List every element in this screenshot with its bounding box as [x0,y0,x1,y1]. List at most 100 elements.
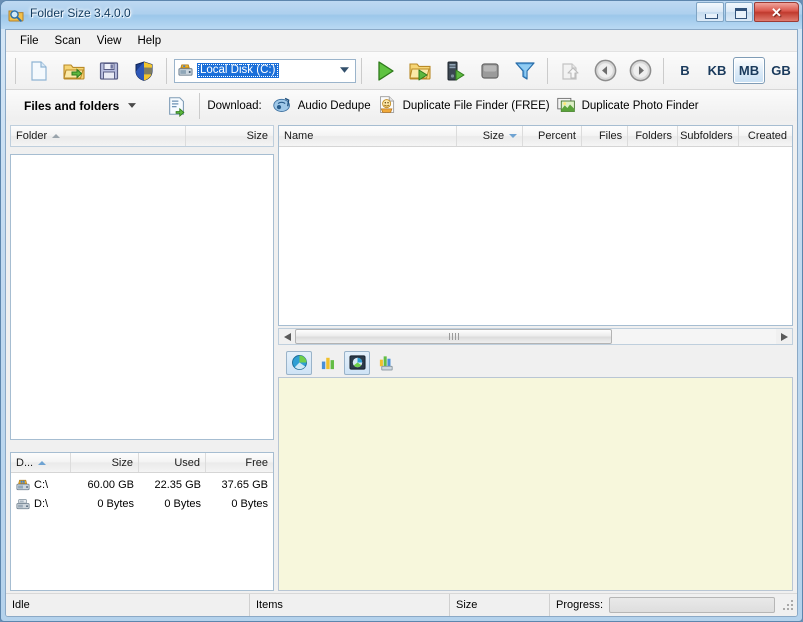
table-row[interactable]: C:\ 60.00 GB 22.35 GB 37.65 GB [11,475,273,494]
list-column-size-label: Size [483,130,504,142]
list-column-files[interactable]: Files [582,126,628,146]
progress-label: Progress: [556,599,603,611]
sort-descending-icon [509,134,517,138]
chart-display-area[interactable] [278,377,793,591]
menu-help[interactable]: Help [129,32,169,50]
list-column-size[interactable]: Size [457,126,523,146]
unit-button-kb[interactable]: KB [701,57,733,84]
grip-dots [449,333,459,340]
toolbar-separator [15,58,16,84]
folder-tree[interactable] [10,154,274,440]
bar-chart-tab[interactable] [315,351,341,375]
removable-drive-icon [16,497,30,511]
drives-column-used[interactable]: Used [139,453,206,472]
unit-button-b[interactable]: B [669,57,701,84]
drive-used-cell: 22.35 GB [139,479,206,491]
client-area: File Scan View Help [5,29,798,617]
table-row[interactable]: D:\ 0 Bytes 0 Bytes 0 Bytes [11,494,273,513]
list-column-folders[interactable]: Folders [628,126,678,146]
progress-bar [609,597,775,613]
start-scan-button[interactable] [367,55,402,87]
window-title: Folder Size 3.4.0.0 [30,6,131,20]
duplicate-photo-finder-icon [556,94,577,118]
drives-column-free-label: Free [245,457,268,469]
drive-label: C:\ [34,479,48,491]
save-button[interactable] [91,55,126,87]
right-arrow-icon[interactable] [776,329,792,344]
drives-column-size-label: Size [112,457,133,469]
drives-column-size[interactable]: Size [71,453,139,472]
forward-button[interactable] [623,55,658,87]
scrollbar-track[interactable] [295,329,776,344]
status-size: Size [450,594,550,616]
unit-button-mb[interactable]: MB [733,57,765,84]
drives-list[interactable]: D... Size Used Free [10,452,274,591]
drives-column-free[interactable]: Free [206,453,273,472]
list-column-created-label: Created [748,130,787,142]
tree-column-folder-label: Folder [16,130,47,142]
main-area: Folder Size D... Siz [6,121,797,593]
list-column-percent[interactable]: Percent [523,126,582,146]
drive-size-cell: 0 Bytes [71,498,139,510]
list-column-subfolders[interactable]: Subfolders [678,126,739,146]
minimize-button[interactable] [696,2,724,22]
export-report-button[interactable] [159,90,194,122]
application-window: Folder Size 3.4.0.0 ✕ File Scan View Hel… [0,0,803,622]
scrollbar-thumb[interactable] [295,329,612,344]
tree-column-folder[interactable]: Folder [11,126,186,146]
export-button[interactable] [553,55,588,87]
list-column-subfolders-label: Subfolders [680,130,733,142]
drive-label: D:\ [34,498,48,510]
back-button[interactable] [588,55,623,87]
tree-column-size[interactable]: Size [186,126,273,146]
pie-chart-dark-tab[interactable] [344,351,370,375]
pie-chart-tab[interactable] [286,351,312,375]
horizontal-scrollbar[interactable] [278,328,793,345]
tree-column-size-label: Size [247,130,268,142]
download-audio-dedupe[interactable]: Audio Dedupe [272,94,371,118]
duplicate-photo-finder-label: Duplicate Photo Finder [582,100,699,112]
filter-button[interactable] [507,55,542,87]
download-duplicate-file-finder[interactable]: Duplicate File Finder (FREE) [377,94,550,118]
file-list[interactable]: Name Size Percent Files F [278,125,793,326]
close-button[interactable]: ✕ [754,2,799,22]
menu-scan[interactable]: Scan [47,32,89,50]
menu-bar: File Scan View Help [6,30,797,52]
list-column-files-label: Files [599,130,622,142]
chevron-down-icon[interactable] [128,103,136,108]
scan-computer-button[interactable] [437,55,472,87]
maximize-button[interactable] [725,2,753,22]
toolbar-separator [199,93,200,119]
unit-button-auto[interactable]: AUTO [797,57,798,84]
drive-combo-value: Local Disk (C:) [197,63,279,78]
secondary-toolbar: Files and folders Download: [6,90,797,122]
list-column-name[interactable]: Name [279,126,457,146]
left-arrow-icon[interactable] [279,329,295,344]
list-column-created[interactable]: Created [739,126,792,146]
window-controls: ✕ [695,2,799,23]
drives-header: D... Size Used Free [11,453,273,473]
drive-free-cell: 37.65 GB [206,479,273,491]
drives-column-drive[interactable]: D... [11,453,71,472]
list-column-percent-label: Percent [538,130,576,142]
drive-combo[interactable]: Local Disk (C:) [174,59,356,83]
unit-button-gb[interactable]: GB [765,57,797,84]
view-mode-label[interactable]: Files and folders [24,99,119,113]
menu-file[interactable]: File [12,32,47,50]
bar-chart-save-tab[interactable] [373,351,399,375]
scan-folder-button[interactable] [402,55,437,87]
main-toolbar: Local Disk (C:) [6,52,797,90]
new-scan-button[interactable] [21,55,56,87]
audio-dedupe-label: Audio Dedupe [298,100,371,112]
folder-size-icon [8,7,24,23]
resize-grip-icon[interactable] [781,598,795,612]
open-button[interactable] [56,55,91,87]
shield-button[interactable] [126,55,161,87]
chevron-down-icon[interactable] [336,61,353,79]
status-bar: Idle Items Size Progress: [6,593,797,616]
title-bar: Folder Size 3.4.0.0 ✕ [1,1,802,29]
tree-header: Folder Size [10,125,274,147]
download-duplicate-photo-finder[interactable]: Duplicate Photo Finder [556,94,699,118]
menu-view[interactable]: View [89,32,130,50]
stop-scan-button[interactable] [472,55,507,87]
